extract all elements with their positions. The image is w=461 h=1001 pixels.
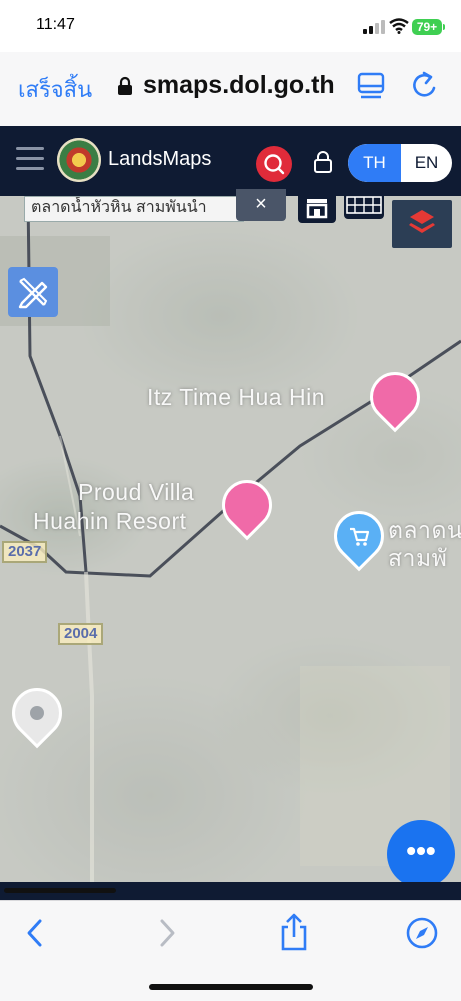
layers-icon bbox=[409, 210, 435, 233]
poi-label-proud-villa-resort: Huahin Resort bbox=[33, 508, 187, 534]
shopping-cart-icon bbox=[350, 527, 370, 546]
clear-search-button[interactable]: × bbox=[236, 189, 286, 221]
wifi-icon bbox=[389, 18, 409, 34]
lang-en-button[interactable]: EN bbox=[401, 144, 452, 182]
poi-label-market-2: สามพั bbox=[388, 545, 448, 571]
share-icon[interactable] bbox=[278, 912, 310, 952]
lock-icon bbox=[118, 76, 132, 95]
language-toggle: TH EN bbox=[348, 144, 452, 182]
road-shield: 2037 bbox=[2, 541, 48, 563]
grid-icon bbox=[346, 196, 382, 214]
lang-th-button[interactable]: TH bbox=[348, 144, 401, 182]
grid-tool-button[interactable] bbox=[344, 191, 384, 219]
url-field[interactable]: smaps.dol.go.th bbox=[143, 71, 335, 100]
compass-icon[interactable] bbox=[405, 916, 439, 950]
layers-button[interactable] bbox=[392, 200, 452, 248]
signal-icon bbox=[363, 20, 385, 34]
done-button[interactable]: เสร็จสิ้น bbox=[18, 72, 92, 107]
poi-label-itz-time: Itz Time Hua Hin bbox=[147, 384, 325, 410]
more-options-button[interactable]: ••• bbox=[387, 820, 455, 888]
back-icon[interactable] bbox=[24, 918, 46, 948]
search-button[interactable] bbox=[256, 146, 292, 182]
map-canvas[interactable]: Itz Time Hua Hin Proud Villa Huahin Reso… bbox=[0, 196, 461, 882]
ruler-pencil-icon bbox=[18, 277, 48, 309]
draw-tool-button[interactable] bbox=[8, 267, 58, 317]
status-time: 11:47 bbox=[36, 16, 75, 33]
battery-icon: 79+ bbox=[412, 19, 442, 35]
logo-icon bbox=[57, 138, 101, 182]
login-lock-icon[interactable] bbox=[313, 150, 333, 174]
store-tool-button[interactable] bbox=[298, 191, 336, 223]
road-shield: 2004 bbox=[58, 623, 104, 645]
forward-icon[interactable] bbox=[156, 918, 178, 948]
reload-icon[interactable] bbox=[410, 70, 440, 102]
map-search-field[interactable]: ตลาดน้ำหัวหิน สามพันนำ bbox=[24, 196, 244, 222]
menu-icon[interactable] bbox=[16, 147, 44, 177]
home-indicator bbox=[149, 984, 313, 990]
store-icon bbox=[306, 199, 328, 219]
horizontal-scrollbar[interactable] bbox=[4, 888, 116, 893]
brand-title: LandsMaps bbox=[108, 148, 212, 170]
search-icon bbox=[264, 154, 285, 175]
poi-label-proud-villa: Proud Villa bbox=[78, 479, 195, 505]
reader-icon[interactable] bbox=[357, 72, 385, 102]
